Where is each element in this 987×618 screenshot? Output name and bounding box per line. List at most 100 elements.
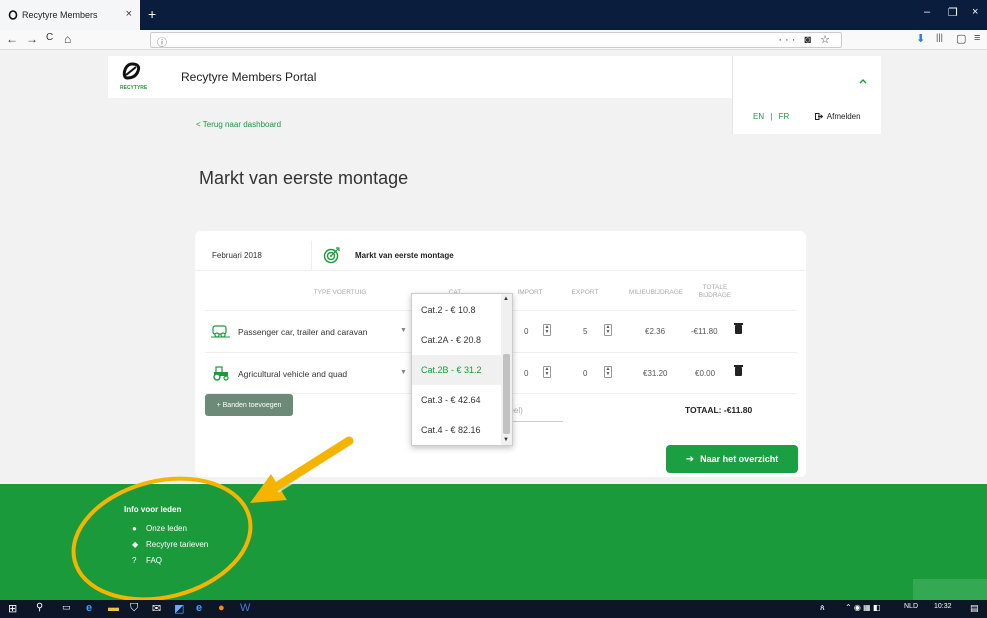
caret-down-icon[interactable]: ▼ — [400, 327, 407, 334]
tray-icons[interactable]: ⌃ ◉ ▦ ◧ — [845, 603, 880, 612]
footer-corner-block — [913, 579, 987, 600]
tab-close-icon[interactable]: × — [126, 8, 132, 20]
col-totale-line1: TOTALE — [702, 284, 728, 291]
period-label[interactable]: Februari 2018 — [212, 251, 262, 260]
total-value: -€11.80 — [691, 327, 718, 336]
input-language[interactable]: NLD — [904, 603, 918, 610]
total-amount: TOTAAL: -€11.80 — [685, 405, 753, 415]
target-icon — [323, 247, 340, 264]
import-stepper[interactable]: ▲ ▼ — [543, 366, 551, 378]
info-icon[interactable]: ⓘ — [157, 34, 167, 49]
dropdown-scrollbar[interactable]: ▲ ▼ — [501, 294, 512, 445]
export-value[interactable]: 5 — [583, 327, 587, 336]
recytyre-logo-icon — [122, 62, 141, 80]
back-icon[interactable]: ← — [6, 32, 18, 46]
site-footer: Info voor leden ● Onze leden ◆ Recytyre ta… — [0, 484, 987, 600]
vehicle-type-select[interactable]: Passenger car, trailer and caravan — [238, 327, 367, 337]
forward-icon[interactable]: → — [26, 32, 38, 46]
import-value[interactable]: 0 — [524, 327, 528, 336]
milieu-value: €2.36 — [645, 327, 666, 336]
notifications-icon[interactable]: ▤ — [970, 603, 979, 614]
dropdown-option-cat4[interactable]: Cat.4 - € 82.16 — [412, 415, 502, 445]
url-actions-icon[interactable]: ··· ◙ ☆ — [778, 33, 833, 46]
minimize-icon[interactable]: – — [924, 6, 930, 18]
category-dropdown[interactable]: Cat.2 - € 10.8 Cat.2A - € 20.8 Cat.2B - … — [411, 293, 513, 446]
people-icon[interactable]: ጰ — [820, 603, 825, 613]
footer-link-members[interactable]: ● Onze leden — [132, 524, 187, 533]
col-type: TYPE VOERTUIG — [313, 289, 367, 296]
logout-link[interactable]: Afmelden — [815, 112, 861, 121]
footer-title: Info voor leden — [124, 505, 182, 514]
chevron-up-icon[interactable] — [859, 78, 867, 84]
file-explorer-icon[interactable]: ▬ — [108, 602, 119, 614]
dropdown-option-cat2b[interactable]: Cat.2B - € 31.2 — [412, 355, 502, 385]
new-tab-button[interactable]: + — [148, 6, 156, 22]
home-icon[interactable]: ⌂ — [64, 32, 71, 46]
download-icon[interactable]: ⬇ — [916, 32, 925, 45]
recytyre-favicon-icon — [8, 10, 18, 20]
total-value: €0.00 — [695, 369, 716, 378]
menu-icon[interactable]: ≡ — [974, 32, 980, 44]
store-icon[interactable]: ⛉ — [130, 602, 138, 615]
caret-down-icon[interactable]: ▼ — [400, 369, 407, 376]
word-icon[interactable]: W — [240, 602, 250, 614]
dropdown-option-cat2a[interactable]: Cat.2A - € 20.8 — [412, 325, 502, 355]
add-tyres-button[interactable]: + Banden toevoegen — [205, 394, 293, 416]
lang-separator: | — [770, 112, 773, 121]
market-name: Markt van eerste montage — [355, 251, 454, 260]
back-to-dashboard-link[interactable]: < Terug naar dashboard — [196, 120, 281, 129]
export-stepper[interactable]: ▲ ▼ — [604, 324, 612, 336]
header-divider — [311, 241, 312, 271]
browser-nav-bar: ← → C ⌂ ⓘ ··· ◙ ☆ ⬇ ||| ▢ ≡ — [0, 30, 987, 50]
mail-icon[interactable]: ✉ — [152, 602, 161, 615]
url-bar[interactable]: ⓘ ··· ◙ ☆ — [150, 32, 842, 49]
scroll-down-icon[interactable]: ▼ — [503, 437, 509, 443]
partial-input-field[interactable]: neel) — [505, 406, 563, 422]
footer-link-faq[interactable]: ? FAQ — [132, 556, 162, 565]
windows-taskbar: ⊞ ⚲ ▭ e ▬ ⛉ ✉ ◩ e ● W ጰ ⌃ ◉ ▦ ◧ NLD 10:3… — [0, 600, 987, 618]
user-panel: EN | FR Afmelden — [732, 56, 881, 134]
ie-icon[interactable]: e — [196, 602, 202, 614]
app-icon[interactable]: ◩ — [174, 602, 184, 615]
edge-icon[interactable]: e — [86, 602, 92, 614]
dropdown-option-cat2[interactable]: Cat.2 - € 10.8 — [412, 295, 502, 325]
export-stepper[interactable]: ▲ ▼ — [604, 366, 612, 378]
lang-en-link[interactable]: EN — [753, 112, 764, 121]
trash-icon[interactable] — [734, 365, 743, 376]
overview-button[interactable]: ➔ Naar het overzicht — [666, 445, 798, 473]
maximize-icon[interactable]: ❐ — [948, 6, 958, 19]
close-window-icon[interactable]: × — [972, 6, 978, 18]
scroll-up-icon[interactable]: ▲ — [503, 296, 509, 302]
footer-link-label: Onze leden — [146, 524, 187, 533]
import-stepper[interactable]: ▲ ▼ — [543, 324, 551, 336]
firefox-icon[interactable]: ● — [218, 602, 225, 614]
sidebar-icon[interactable]: ▢ — [956, 32, 966, 45]
search-icon[interactable]: ⚲ — [36, 602, 43, 613]
windows-start-icon[interactable]: ⊞ — [8, 602, 17, 615]
scroll-thumb[interactable] — [503, 354, 510, 434]
portal-header: RECYTYRE Recytyre Members Portal — [108, 56, 732, 98]
question-icon: ? — [132, 556, 137, 565]
export-value[interactable]: 0 — [583, 369, 587, 378]
page: RECYTYRE Recytyre Members Portal EN | FR… — [0, 50, 987, 600]
col-totale-bijdrage: TOTALE BIJDRAGE — [692, 284, 738, 300]
import-value[interactable]: 0 — [524, 369, 528, 378]
browser-tab[interactable]: Recytyre Members × — [0, 0, 140, 30]
vehicle-type-select[interactable]: Agricultural vehicle and quad — [238, 369, 347, 379]
dropdown-option-cat3[interactable]: Cat.3 - € 42.64 — [412, 385, 502, 415]
library-icon[interactable]: ||| — [936, 32, 943, 42]
clock[interactable]: 10:32 — [934, 603, 952, 610]
reload-icon[interactable]: C — [46, 32, 53, 43]
recytyre-logo[interactable]: RECYTYRE — [120, 62, 150, 92]
trash-icon[interactable] — [734, 323, 743, 334]
tag-icon: ◆ — [132, 540, 139, 549]
page-title: Markt van eerste montage — [199, 168, 409, 188]
user-icon: ● — [132, 524, 137, 533]
logo-text: RECYTYRE — [120, 85, 148, 91]
logout-label: Afmelden — [826, 112, 861, 121]
milieu-value: €31.20 — [643, 369, 668, 378]
task-view-icon[interactable]: ▭ — [62, 602, 71, 613]
lang-fr-link[interactable]: FR — [779, 112, 790, 121]
car-trailer-icon — [211, 325, 230, 338]
footer-link-tariffs[interactable]: ◆ Recytyre tarieven — [132, 540, 208, 549]
